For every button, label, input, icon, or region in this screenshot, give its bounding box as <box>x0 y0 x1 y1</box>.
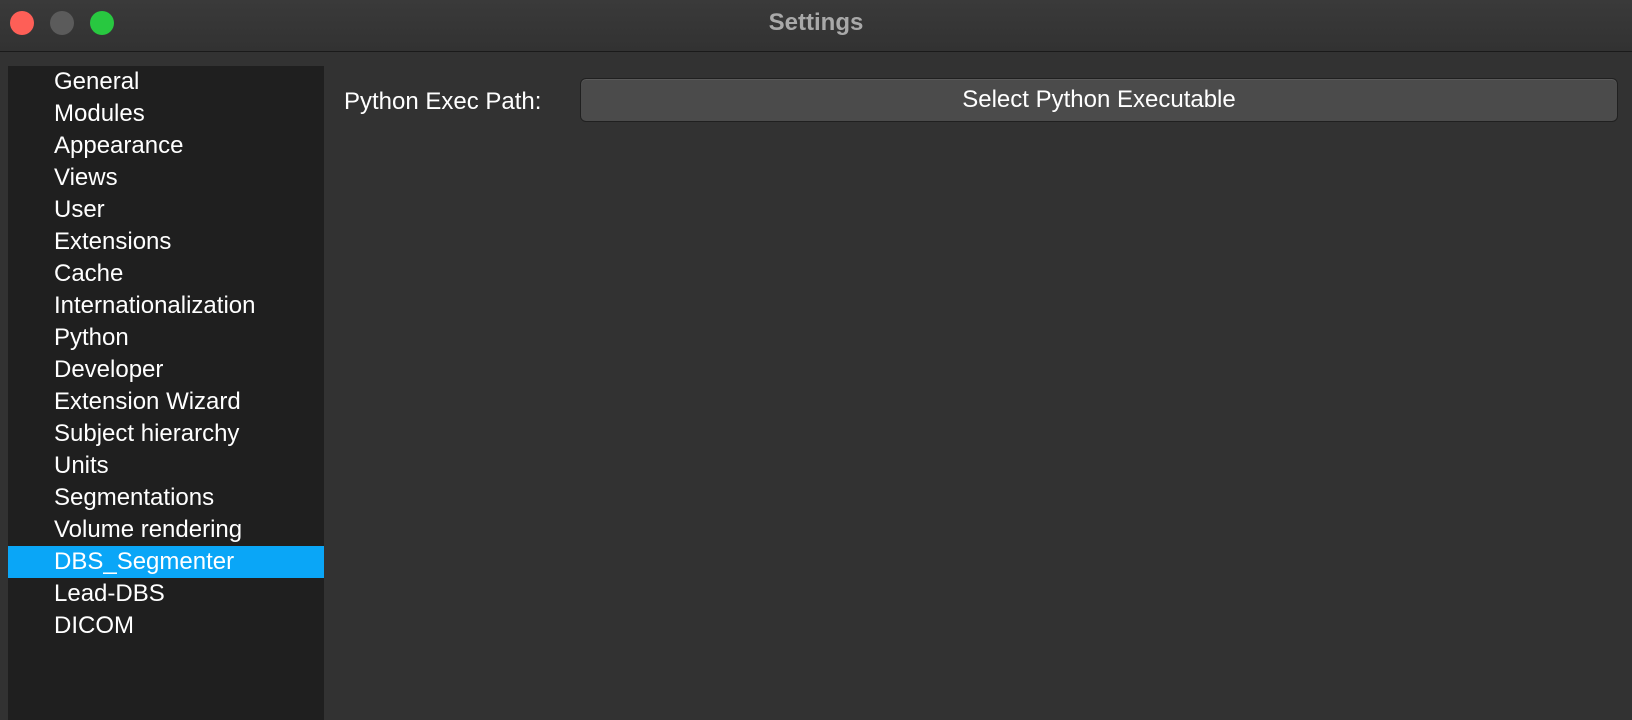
sidebar-item-lead-dbs[interactable]: Lead-DBS <box>8 578 324 610</box>
window-title: Settings <box>768 9 864 36</box>
sidebar-item-dicom[interactable]: DICOM <box>8 610 324 642</box>
sidebar-item-python[interactable]: Python <box>8 322 324 354</box>
sidebar-item-extension-wizard[interactable]: Extension Wizard <box>8 386 324 418</box>
sidebar-item-internationalization[interactable]: Internationalization <box>8 290 324 322</box>
sidebar-item-dbs-segmenter[interactable]: DBS_Segmenter <box>8 546 324 578</box>
select-python-executable-button[interactable]: Select Python Executable <box>580 78 1618 122</box>
settings-sidebar: General Modules Appearance Views User Ex… <box>8 66 324 720</box>
settings-window: Settings General Modules Appearance View… <box>0 0 1632 720</box>
sidebar-item-user[interactable]: User <box>8 194 324 226</box>
sidebar-item-segmentations[interactable]: Segmentations <box>8 482 324 514</box>
sidebar-item-modules[interactable]: Modules <box>8 98 324 130</box>
sidebar-item-views[interactable]: Views <box>8 162 324 194</box>
sidebar-item-units[interactable]: Units <box>8 450 324 482</box>
python-exec-path-label: Python Exec Path: <box>344 88 542 115</box>
settings-panel: Python Exec Path: Select Python Executab… <box>324 52 1632 720</box>
sidebar-item-volume-rendering[interactable]: Volume rendering <box>8 514 324 546</box>
sidebar-item-subject-hierarchy[interactable]: Subject hierarchy <box>8 418 324 450</box>
sidebar-item-developer[interactable]: Developer <box>8 354 324 386</box>
sidebar-item-general[interactable]: General <box>8 66 324 98</box>
sidebar-item-cache[interactable]: Cache <box>8 258 324 290</box>
sidebar-item-appearance[interactable]: Appearance <box>8 130 324 162</box>
title-bar: Settings <box>0 0 1632 52</box>
sidebar-item-extensions[interactable]: Extensions <box>8 226 324 258</box>
